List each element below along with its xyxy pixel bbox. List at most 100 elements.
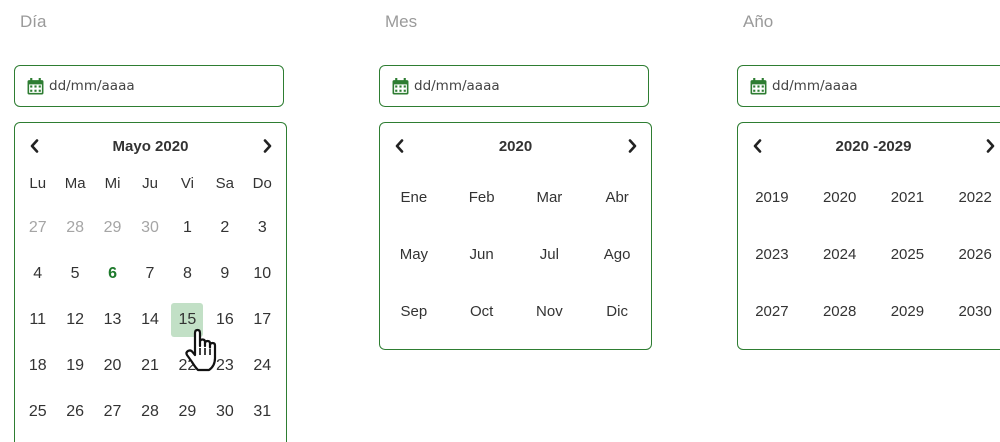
year-cell[interactable]: 2027 — [738, 291, 806, 331]
day-cell[interactable]: 25 — [19, 395, 56, 429]
weekday-label: Mi — [104, 175, 121, 192]
year-cell[interactable]: 2026 — [941, 234, 1000, 274]
chevron-left-icon — [395, 139, 404, 153]
decade-title[interactable]: 2020 -2029 — [836, 138, 912, 155]
year-date-field[interactable] — [737, 65, 1000, 107]
day-cell[interactable]: 11 — [19, 303, 56, 337]
day-picker-caption: Día — [20, 12, 47, 31]
year-cell[interactable]: 2029 — [874, 291, 942, 331]
day-cell[interactable]: 30 — [131, 211, 168, 245]
weekday-label: Ju — [142, 175, 158, 192]
day-grid: 27 28 29 30 1 2 3 4 5 6 7 8 9 10 11 12 13 14 15 16 17 18 19 20 2… — [19, 211, 281, 429]
year-cell[interactable]: 2028 — [806, 291, 874, 331]
day-cell[interactable]: 27 — [94, 395, 131, 429]
month-cell[interactable]: May — [380, 234, 448, 274]
month-calendar-panel: 2020 Ene Feb Mar Abr May Jun Jul Ago Sep Oct Nov Di… — [379, 122, 652, 350]
day-cell[interactable]: 21 — [131, 349, 168, 383]
month-cell[interactable]: Feb — [448, 177, 516, 217]
hand-pointer-icon — [185, 328, 217, 372]
month-date-input[interactable] — [414, 78, 614, 94]
year-calendar-panel: 2020 -2029 2019 2020 2021 2022 2023 2024 2025 2… — [737, 122, 1000, 350]
day-cell[interactable]: 3 — [244, 211, 281, 245]
month-calendar-header: 2020 — [380, 133, 651, 159]
next-month-button[interactable] — [254, 133, 280, 159]
month-cell[interactable]: Dic — [583, 291, 651, 331]
year-grid: 2019 2020 2021 2022 2023 2024 2025 2026 2027 2028… — [738, 177, 1000, 331]
day-calendar-panel: Mayo 2020 Lu Ma Mi Ju Vi Sa Do 27 28 29 30 1 2 3 4 5 6 7… — [14, 122, 287, 442]
day-cell[interactable]: 28 — [56, 211, 93, 245]
prev-month-button[interactable] — [21, 133, 47, 159]
day-cell[interactable]: 2 — [206, 211, 243, 245]
weekday-label: Do — [252, 175, 272, 192]
day-cell[interactable]: 29 — [169, 395, 206, 429]
day-calendar-header: Mayo 2020 — [15, 133, 286, 159]
day-cell[interactable]: 13 — [94, 303, 131, 337]
year-cell[interactable]: 2019 — [738, 177, 806, 217]
weekday-header-row: Lu Ma Mi Ju Vi Sa Do — [19, 175, 281, 192]
day-cell[interactable]: 7 — [131, 257, 168, 291]
month-cell[interactable]: Jul — [516, 234, 584, 274]
day-cell[interactable]: 28 — [131, 395, 168, 429]
day-cell-today[interactable]: 6 — [94, 257, 131, 291]
prev-decade-button[interactable] — [744, 133, 770, 159]
year-picker-caption: Año — [743, 12, 774, 31]
year-cell[interactable]: 2021 — [874, 177, 942, 217]
month-cell[interactable]: Mar — [516, 177, 584, 217]
day-cell[interactable]: 20 — [94, 349, 131, 383]
month-cell[interactable]: Abr — [583, 177, 651, 217]
next-year-button[interactable] — [619, 133, 645, 159]
year-cell[interactable]: 2025 — [874, 234, 942, 274]
year-date-input[interactable] — [772, 78, 972, 94]
day-cell[interactable]: 8 — [169, 257, 206, 291]
month-picker-caption: Mes — [385, 12, 418, 31]
prev-year-button[interactable] — [386, 133, 412, 159]
day-cell[interactable]: 26 — [56, 395, 93, 429]
month-grid: Ene Feb Mar Abr May Jun Jul Ago Sep Oct Nov Dic — [380, 177, 651, 331]
year-cell[interactable]: 2020 — [806, 177, 874, 217]
day-cell[interactable]: 29 — [94, 211, 131, 245]
chevron-left-icon — [30, 139, 39, 153]
day-cell[interactable]: 9 — [206, 257, 243, 291]
month-cell[interactable]: Nov — [516, 291, 584, 331]
month-date-field[interactable] — [379, 65, 649, 107]
day-cell[interactable]: 10 — [244, 257, 281, 291]
month-cell[interactable]: Oct — [448, 291, 516, 331]
day-cell[interactable]: 27 — [19, 211, 56, 245]
day-cell[interactable]: 1 — [169, 211, 206, 245]
month-year-title[interactable]: Mayo 2020 — [113, 138, 189, 155]
month-cell[interactable]: Ago — [583, 234, 651, 274]
day-cell[interactable]: 17 — [244, 303, 281, 337]
chevron-right-icon — [263, 139, 272, 153]
day-cell[interactable]: 31 — [244, 395, 281, 429]
day-date-field[interactable] — [14, 65, 284, 107]
year-cell[interactable]: 2023 — [738, 234, 806, 274]
day-cell[interactable]: 30 — [206, 395, 243, 429]
chevron-left-icon — [753, 139, 762, 153]
day-cell[interactable]: 24 — [244, 349, 281, 383]
chevron-right-icon — [986, 139, 995, 153]
weekday-label: Vi — [180, 175, 194, 192]
weekday-label: Sa — [215, 175, 235, 192]
calendar-icon — [27, 78, 44, 95]
weekday-label: Ma — [64, 175, 86, 192]
year-calendar-header: 2020 -2029 — [738, 133, 1000, 159]
day-cell[interactable]: 18 — [19, 349, 56, 383]
day-cell[interactable]: 19 — [56, 349, 93, 383]
calendar-icon — [392, 78, 409, 95]
day-date-input[interactable] — [49, 78, 249, 94]
month-cell[interactable]: Jun — [448, 234, 516, 274]
day-cell[interactable]: 4 — [19, 257, 56, 291]
chevron-right-icon — [628, 139, 637, 153]
year-cell[interactable]: 2022 — [941, 177, 1000, 217]
calendar-icon — [750, 78, 767, 95]
day-cell[interactable]: 12 — [56, 303, 93, 337]
weekday-label: Lu — [29, 175, 47, 192]
day-cell[interactable]: 5 — [56, 257, 93, 291]
day-cell[interactable]: 14 — [131, 303, 168, 337]
year-cell[interactable]: 2024 — [806, 234, 874, 274]
next-decade-button[interactable] — [977, 133, 1000, 159]
month-cell[interactable]: Sep — [380, 291, 448, 331]
year-cell[interactable]: 2030 — [941, 291, 1000, 331]
year-title[interactable]: 2020 — [499, 138, 532, 155]
month-cell[interactable]: Ene — [380, 177, 448, 217]
